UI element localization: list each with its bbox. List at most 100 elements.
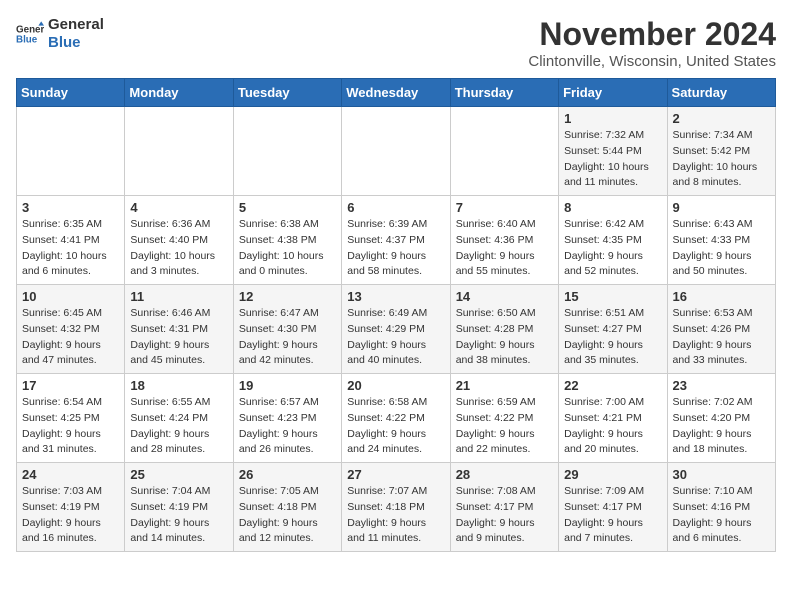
location-subtitle: Clintonville, Wisconsin, United States bbox=[528, 53, 776, 70]
day-info: Sunrise: 6:38 AMSunset: 4:38 PMDaylight:… bbox=[239, 217, 336, 280]
day-number: 18 bbox=[130, 378, 227, 393]
calendar-cell: 12 Sunrise: 6:47 AMSunset: 4:30 PMDayligh… bbox=[233, 285, 341, 374]
calendar-cell: 21 Sunrise: 6:59 AMSunset: 4:22 PMDayligh… bbox=[450, 374, 558, 463]
day-number: 16 bbox=[673, 289, 770, 304]
calendar-cell: 14 Sunrise: 6:50 AMSunset: 4:28 PMDayligh… bbox=[450, 285, 558, 374]
day-info: Sunrise: 7:34 AMSunset: 5:42 PMDaylight:… bbox=[673, 128, 770, 191]
calendar-cell: 3 Sunrise: 6:35 AMSunset: 4:41 PMDaylight… bbox=[17, 196, 125, 285]
calendar-header-row: SundayMondayTuesdayWednesdayThursdayFrid… bbox=[17, 79, 776, 107]
day-info: Sunrise: 6:54 AMSunset: 4:25 PMDaylight:… bbox=[22, 395, 119, 458]
calendar-week-2: 3 Sunrise: 6:35 AMSunset: 4:41 PMDaylight… bbox=[17, 196, 776, 285]
day-info: Sunrise: 6:59 AMSunset: 4:22 PMDaylight:… bbox=[456, 395, 553, 458]
day-number: 1 bbox=[564, 111, 661, 126]
day-number: 19 bbox=[239, 378, 336, 393]
calendar-table: SundayMondayTuesdayWednesdayThursdayFrid… bbox=[16, 78, 776, 552]
day-info: Sunrise: 7:03 AMSunset: 4:19 PMDaylight:… bbox=[22, 484, 119, 547]
calendar-cell bbox=[233, 107, 341, 196]
logo-icon: General Blue bbox=[16, 20, 44, 48]
day-number: 20 bbox=[347, 378, 444, 393]
calendar-cell bbox=[450, 107, 558, 196]
calendar-cell: 24 Sunrise: 7:03 AMSunset: 4:19 PMDayligh… bbox=[17, 463, 125, 552]
calendar-cell: 16 Sunrise: 6:53 AMSunset: 4:26 PMDayligh… bbox=[667, 285, 775, 374]
calendar-week-4: 17 Sunrise: 6:54 AMSunset: 4:25 PMDayligh… bbox=[17, 374, 776, 463]
col-header-tuesday: Tuesday bbox=[233, 79, 341, 107]
day-info: Sunrise: 6:47 AMSunset: 4:30 PMDaylight:… bbox=[239, 306, 336, 369]
day-number: 27 bbox=[347, 467, 444, 482]
day-info: Sunrise: 6:46 AMSunset: 4:31 PMDaylight:… bbox=[130, 306, 227, 369]
day-number: 13 bbox=[347, 289, 444, 304]
day-info: Sunrise: 7:08 AMSunset: 4:17 PMDaylight:… bbox=[456, 484, 553, 547]
day-info: Sunrise: 7:04 AMSunset: 4:19 PMDaylight:… bbox=[130, 484, 227, 547]
day-number: 7 bbox=[456, 200, 553, 215]
day-number: 8 bbox=[564, 200, 661, 215]
calendar-cell: 4 Sunrise: 6:36 AMSunset: 4:40 PMDaylight… bbox=[125, 196, 233, 285]
day-info: Sunrise: 7:07 AMSunset: 4:18 PMDaylight:… bbox=[347, 484, 444, 547]
day-number: 24 bbox=[22, 467, 119, 482]
day-info: Sunrise: 6:57 AMSunset: 4:23 PMDaylight:… bbox=[239, 395, 336, 458]
calendar-cell: 5 Sunrise: 6:38 AMSunset: 4:38 PMDaylight… bbox=[233, 196, 341, 285]
day-info: Sunrise: 7:05 AMSunset: 4:18 PMDaylight:… bbox=[239, 484, 336, 547]
calendar-cell: 26 Sunrise: 7:05 AMSunset: 4:18 PMDayligh… bbox=[233, 463, 341, 552]
day-info: Sunrise: 7:32 AMSunset: 5:44 PMDaylight:… bbox=[564, 128, 661, 191]
calendar-cell: 22 Sunrise: 7:00 AMSunset: 4:21 PMDayligh… bbox=[559, 374, 667, 463]
calendar-cell: 15Sunrise: 6:51 AMSunset: 4:27 PMDayligh… bbox=[559, 285, 667, 374]
calendar-cell bbox=[17, 107, 125, 196]
day-info: Sunrise: 6:53 AMSunset: 4:26 PMDaylight:… bbox=[673, 306, 770, 369]
day-number: 17 bbox=[22, 378, 119, 393]
day-number: 14 bbox=[456, 289, 553, 304]
calendar-cell: 7Sunrise: 6:40 AMSunset: 4:36 PMDaylight… bbox=[450, 196, 558, 285]
calendar-cell: 10Sunrise: 6:45 AMSunset: 4:32 PMDayligh… bbox=[17, 285, 125, 374]
calendar-cell: 23Sunrise: 7:02 AMSunset: 4:20 PMDayligh… bbox=[667, 374, 775, 463]
month-title: November 2024 bbox=[528, 16, 776, 53]
day-number: 25 bbox=[130, 467, 227, 482]
calendar-cell: 28Sunrise: 7:08 AMSunset: 4:17 PMDayligh… bbox=[450, 463, 558, 552]
day-number: 30 bbox=[673, 467, 770, 482]
day-number: 3 bbox=[22, 200, 119, 215]
day-info: Sunrise: 6:35 AMSunset: 4:41 PMDaylight:… bbox=[22, 217, 119, 280]
day-number: 15 bbox=[564, 289, 661, 304]
col-header-wednesday: Wednesday bbox=[342, 79, 450, 107]
day-info: Sunrise: 7:02 AMSunset: 4:20 PMDaylight:… bbox=[673, 395, 770, 458]
day-number: 22 bbox=[564, 378, 661, 393]
day-number: 26 bbox=[239, 467, 336, 482]
day-info: Sunrise: 6:49 AMSunset: 4:29 PMDaylight:… bbox=[347, 306, 444, 369]
calendar-cell bbox=[125, 107, 233, 196]
day-number: 5 bbox=[239, 200, 336, 215]
day-info: Sunrise: 7:00 AMSunset: 4:21 PMDaylight:… bbox=[564, 395, 661, 458]
calendar-cell: 17 Sunrise: 6:54 AMSunset: 4:25 PMDayligh… bbox=[17, 374, 125, 463]
col-header-sunday: Sunday bbox=[17, 79, 125, 107]
logo-blue: Blue bbox=[48, 34, 104, 52]
day-info: Sunrise: 7:09 AMSunset: 4:17 PMDaylight:… bbox=[564, 484, 661, 547]
calendar-cell: 11 Sunrise: 6:46 AMSunset: 4:31 PMDayligh… bbox=[125, 285, 233, 374]
calendar-week-1: 1 Sunrise: 7:32 AMSunset: 5:44 PMDaylight… bbox=[17, 107, 776, 196]
day-number: 21 bbox=[456, 378, 553, 393]
day-number: 4 bbox=[130, 200, 227, 215]
title-area: November 2024 Clintonville, Wisconsin, U… bbox=[528, 16, 776, 70]
day-info: Sunrise: 6:45 AMSunset: 4:32 PMDaylight:… bbox=[22, 306, 119, 369]
day-info: Sunrise: 6:50 AMSunset: 4:28 PMDaylight:… bbox=[456, 306, 553, 369]
calendar-cell: 19 Sunrise: 6:57 AMSunset: 4:23 PMDayligh… bbox=[233, 374, 341, 463]
calendar-cell: 6Sunrise: 6:39 AMSunset: 4:37 PMDaylight… bbox=[342, 196, 450, 285]
calendar-cell: 20 Sunrise: 6:58 AMSunset: 4:22 PMDayligh… bbox=[342, 374, 450, 463]
day-info: Sunrise: 6:55 AMSunset: 4:24 PMDaylight:… bbox=[130, 395, 227, 458]
calendar-week-5: 24 Sunrise: 7:03 AMSunset: 4:19 PMDayligh… bbox=[17, 463, 776, 552]
calendar-cell: 1 Sunrise: 7:32 AMSunset: 5:44 PMDaylight… bbox=[559, 107, 667, 196]
logo-general: General bbox=[48, 16, 104, 34]
day-number: 2 bbox=[673, 111, 770, 126]
day-info: Sunrise: 6:58 AMSunset: 4:22 PMDaylight:… bbox=[347, 395, 444, 458]
day-info: Sunrise: 6:39 AMSunset: 4:37 PMDaylight:… bbox=[347, 217, 444, 280]
calendar-cell: 8 Sunrise: 6:42 AMSunset: 4:35 PMDaylight… bbox=[559, 196, 667, 285]
page-header: General Blue General Blue November 2024 … bbox=[16, 16, 776, 70]
calendar-cell: 30Sunrise: 7:10 AMSunset: 4:16 PMDayligh… bbox=[667, 463, 775, 552]
day-number: 29 bbox=[564, 467, 661, 482]
day-number: 12 bbox=[239, 289, 336, 304]
day-info: Sunrise: 6:36 AMSunset: 4:40 PMDaylight:… bbox=[130, 217, 227, 280]
col-header-saturday: Saturday bbox=[667, 79, 775, 107]
calendar-cell: 27 Sunrise: 7:07 AMSunset: 4:18 PMDayligh… bbox=[342, 463, 450, 552]
day-info: Sunrise: 6:42 AMSunset: 4:35 PMDaylight:… bbox=[564, 217, 661, 280]
calendar-cell: 2 Sunrise: 7:34 AMSunset: 5:42 PMDaylight… bbox=[667, 107, 775, 196]
day-number: 9 bbox=[673, 200, 770, 215]
calendar-cell: 9Sunrise: 6:43 AMSunset: 4:33 PMDaylight… bbox=[667, 196, 775, 285]
day-number: 11 bbox=[130, 289, 227, 304]
col-header-thursday: Thursday bbox=[450, 79, 558, 107]
